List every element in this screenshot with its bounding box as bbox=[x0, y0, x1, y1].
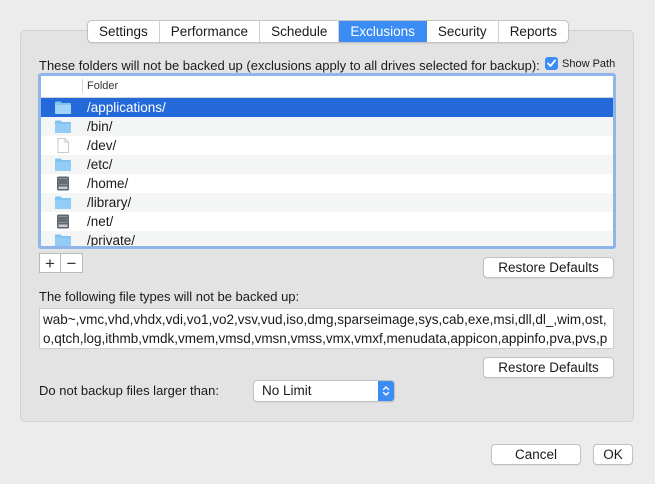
folder-row[interactable]: /applications/ bbox=[41, 98, 613, 117]
folder-column-header[interactable]: Folder bbox=[87, 76, 118, 97]
folder-name: /etc/ bbox=[87, 157, 113, 172]
folder-icon bbox=[54, 100, 72, 115]
drive-icon bbox=[54, 214, 72, 229]
folder-icon bbox=[54, 195, 72, 210]
tab-bar: Settings Performance Schedule Exclusions Sec… bbox=[87, 20, 569, 43]
tab-settings[interactable]: Settings bbox=[88, 21, 160, 42]
folder-row[interactable]: /bin/ bbox=[41, 117, 613, 136]
tab-reports[interactable]: Reports bbox=[499, 21, 568, 42]
folder-icon bbox=[54, 157, 72, 172]
tab-performance[interactable]: Performance bbox=[160, 21, 261, 42]
folder-icon bbox=[54, 119, 72, 134]
folder-rows: /applications/ /bin/ /dev/ /etc/ /home/ /libr… bbox=[41, 98, 613, 248]
cancel-button[interactable]: Cancel bbox=[491, 444, 581, 465]
table-header: Folder bbox=[41, 76, 613, 98]
document-icon bbox=[54, 138, 72, 153]
checkmark-icon[interactable] bbox=[545, 57, 558, 70]
add-remove-controls: + − bbox=[39, 253, 83, 273]
restore-defaults-filetypes-button[interactable]: Restore Defaults bbox=[483, 357, 614, 378]
remove-folder-button[interactable]: − bbox=[61, 253, 83, 273]
updown-chevron-icon bbox=[378, 381, 394, 401]
show-path-checkbox[interactable]: Show Path bbox=[545, 57, 615, 70]
tab-exclusions[interactable]: Exclusions bbox=[339, 21, 427, 42]
file-types-field[interactable]: wab~,vmc,vhd,vhdx,vdi,vo1,vo2,vsv,vud,is… bbox=[39, 308, 614, 349]
show-path-label: Show Path bbox=[562, 57, 616, 70]
folder-name: /net/ bbox=[87, 214, 114, 229]
size-limit-value: No Limit bbox=[262, 383, 312, 398]
file-types-label: The following file types will not be bac… bbox=[39, 289, 300, 304]
folder-name: /home/ bbox=[87, 176, 129, 191]
restore-defaults-folders-button[interactable]: Restore Defaults bbox=[483, 257, 614, 278]
size-limit-select[interactable]: No Limit bbox=[253, 380, 395, 402]
folder-row[interactable]: /library/ bbox=[41, 193, 613, 212]
folder-row[interactable]: /dev/ bbox=[41, 136, 613, 155]
exclusions-heading: These folders will not be backed up (exc… bbox=[39, 58, 540, 73]
size-limit-label: Do not backup files larger than: bbox=[39, 383, 219, 398]
folder-row[interactable]: /net/ bbox=[41, 212, 613, 231]
column-divider bbox=[82, 79, 83, 93]
add-folder-button[interactable]: + bbox=[39, 253, 61, 273]
tab-security[interactable]: Security bbox=[427, 21, 499, 42]
folder-name: /dev/ bbox=[87, 138, 117, 153]
ok-button[interactable]: OK bbox=[593, 444, 633, 465]
folder-row[interactable]: /etc/ bbox=[41, 155, 613, 174]
folder-name: /bin/ bbox=[87, 119, 113, 134]
tab-schedule[interactable]: Schedule bbox=[260, 21, 340, 42]
folder-name: /library/ bbox=[87, 195, 132, 210]
folder-name: /applications/ bbox=[87, 100, 166, 115]
folder-row[interactable]: /private/ bbox=[41, 231, 613, 248]
folder-icon bbox=[54, 233, 72, 246]
drive-icon bbox=[54, 176, 72, 191]
folder-row[interactable]: /home/ bbox=[41, 174, 613, 193]
folder-table[interactable]: Folder /applications/ /bin/ /dev/ /etc/ /hom… bbox=[38, 73, 616, 249]
folder-name: /private/ bbox=[87, 233, 136, 248]
